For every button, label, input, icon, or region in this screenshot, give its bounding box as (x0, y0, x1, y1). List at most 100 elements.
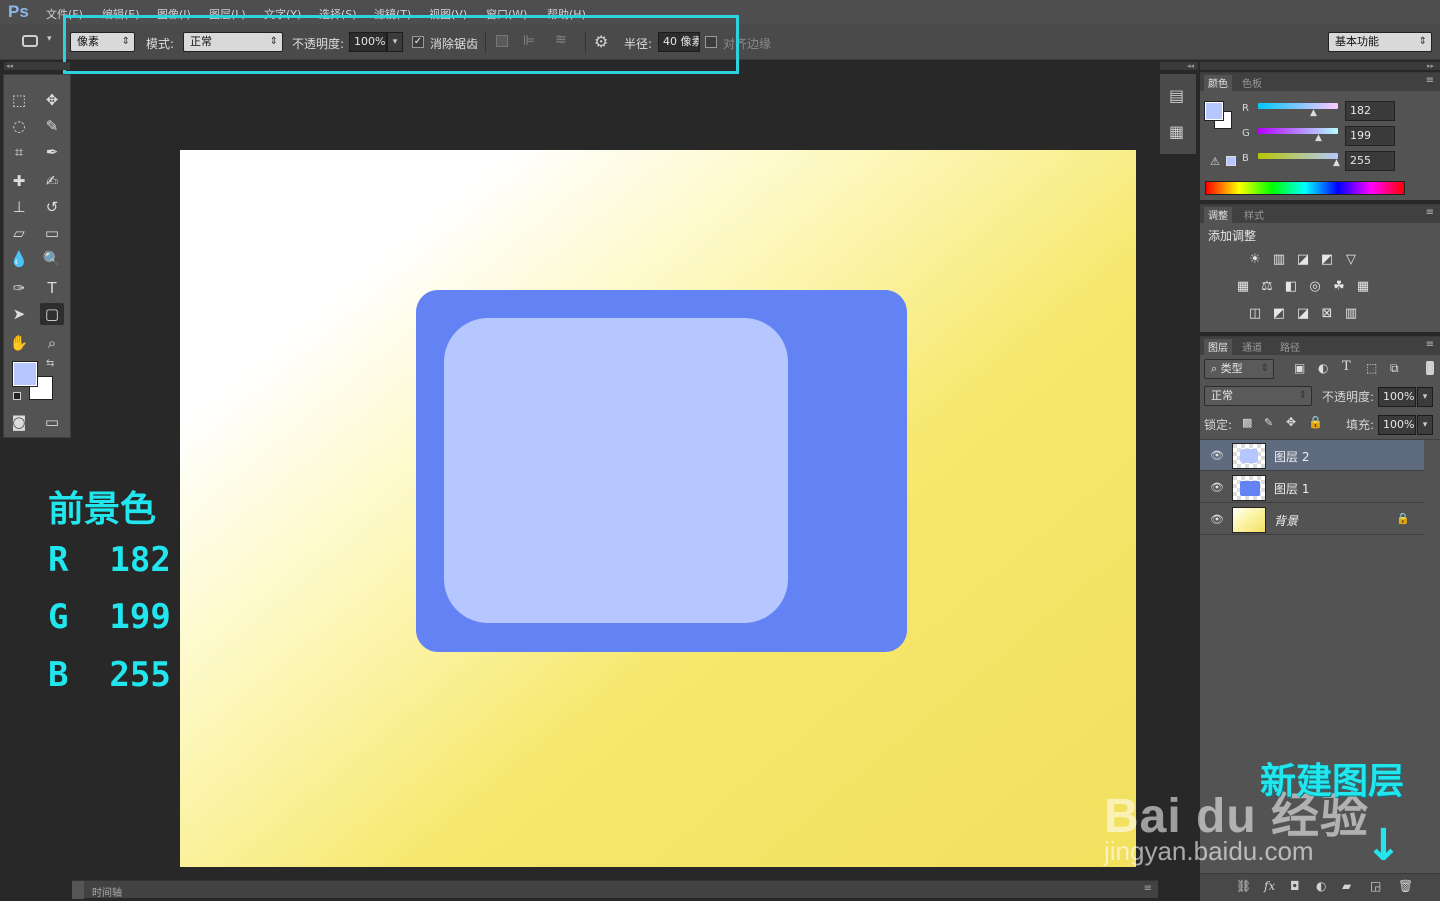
r-input[interactable]: 182 (1345, 101, 1395, 121)
layer-opacity-input[interactable]: 100% (1378, 387, 1416, 407)
exposure-icon[interactable]: ◩ (1318, 251, 1336, 269)
chevron-down-icon[interactable]: ▾ (47, 34, 52, 44)
eye-icon[interactable]: 👁 (1210, 513, 1224, 526)
history-brush-tool-icon[interactable]: ↺ (40, 196, 64, 218)
g-slider[interactable] (1258, 128, 1338, 134)
fx-icon[interactable]: fx (1264, 879, 1275, 893)
tab-layers[interactable]: 图层 (1204, 339, 1232, 355)
vibrance-icon[interactable]: ▽ (1342, 251, 1360, 269)
timeline-bar[interactable]: 时间轴 ≡ (72, 880, 1158, 899)
web-safe-swatch[interactable] (1226, 156, 1236, 166)
color-spectrum-bar[interactable] (1205, 181, 1405, 195)
panel-menu-icon[interactable]: ≡ (1144, 883, 1152, 894)
invert-icon[interactable]: ◫ (1246, 305, 1264, 323)
layer-opacity-dropdown[interactable]: ▾ (1417, 387, 1433, 407)
photo-filter-icon[interactable]: ◎ (1306, 278, 1324, 296)
toolbox-collapse-bar[interactable]: ◂◂ (4, 62, 70, 70)
eraser-tool-icon[interactable]: ▱ (7, 222, 31, 244)
channel-mixer-icon[interactable]: ☘ (1330, 278, 1348, 296)
new-adjustment-layer-icon[interactable]: ◐ (1316, 879, 1326, 893)
fill-input[interactable]: 100% (1378, 415, 1416, 435)
quick-mask-icon[interactable]: ◙ (7, 411, 31, 433)
add-mask-icon[interactable]: ◘ (1290, 879, 1300, 893)
filter-toggle[interactable] (1426, 361, 1434, 375)
selective-color-icon[interactable]: ⊠ (1318, 305, 1336, 323)
workspace-select[interactable]: 基本功能 (1328, 32, 1432, 52)
filter-type-icon[interactable]: T (1342, 359, 1351, 374)
lock-all-icon[interactable]: 🔒 (1308, 415, 1323, 429)
layer-2-name[interactable]: 图层 2 (1274, 448, 1309, 465)
hand-tool-icon[interactable]: ✋ (7, 332, 31, 354)
link-layers-icon[interactable]: ⛓ (1236, 879, 1251, 893)
color-panel-fg-swatch[interactable] (1204, 101, 1224, 121)
crop-tool-icon[interactable]: ⌗ (7, 141, 31, 163)
marquee-tool-icon[interactable]: ⬚ (7, 89, 31, 111)
tab-adjustments[interactable]: 调整 (1204, 207, 1232, 223)
black-white-icon[interactable]: ◧ (1282, 278, 1300, 296)
gradient-map-icon[interactable]: ▥ (1342, 305, 1360, 323)
gradient-tool-icon[interactable]: ▭ (40, 222, 64, 244)
layer-filter-select[interactable]: ⌕ 类型 (1204, 359, 1274, 379)
iconstrip-collapse-bar[interactable]: ◂◂ (1160, 62, 1198, 70)
zoom-tool-icon[interactable]: ⌕ (40, 332, 64, 354)
filter-adjustment-icon[interactable]: ◐ (1318, 361, 1328, 375)
eye-icon[interactable]: 👁 (1210, 449, 1224, 462)
fill-dropdown[interactable]: ▾ (1417, 415, 1433, 435)
threshold-icon[interactable]: ◪ (1294, 305, 1312, 323)
swap-colors-icon[interactable]: ⇆ (46, 358, 54, 369)
layer-row-layer-2[interactable]: 👁 图层 2 (1200, 440, 1424, 471)
rounded-rect-tool-icon[interactable]: ▢ (40, 303, 64, 325)
lock-position-icon[interactable]: ✥ (1286, 415, 1296, 429)
blur-tool-icon[interactable]: 💧 (7, 248, 31, 270)
layer-1-name[interactable]: 图层 1 (1274, 480, 1309, 497)
brightness-contrast-icon[interactable]: ☀ (1246, 251, 1264, 269)
dodge-tool-icon[interactable]: 🔍 (40, 248, 64, 270)
tab-channels[interactable]: 通道 (1238, 339, 1266, 354)
r-slider[interactable] (1258, 103, 1338, 109)
delete-layer-icon[interactable]: 🗑 (1398, 879, 1413, 893)
g-input[interactable]: 199 (1345, 126, 1395, 146)
r-slider-handle[interactable]: ▲ (1310, 108, 1317, 118)
panel-menu-icon[interactable]: ≡ (1426, 339, 1434, 350)
lasso-tool-icon[interactable]: ◌ (7, 115, 31, 137)
lock-transparency-icon[interactable]: ▩ (1242, 416, 1252, 429)
timeline-grip[interactable] (72, 881, 84, 899)
b-slider-handle[interactable]: ▲ (1333, 158, 1340, 168)
brush-tool-icon[interactable]: ✍ (40, 170, 64, 192)
path-select-tool-icon[interactable]: ➤ (7, 303, 31, 325)
panel-menu-icon[interactable]: ≡ (1426, 75, 1434, 86)
layer-row-layer-1[interactable]: 👁 图层 1 (1200, 472, 1424, 503)
history-panel-icon[interactable]: ▤ (1169, 86, 1184, 105)
tab-styles[interactable]: 样式 (1240, 207, 1268, 222)
tab-color[interactable]: 颜色 (1204, 75, 1232, 91)
levels-icon[interactable]: ▥ (1270, 251, 1288, 269)
color-balance-icon[interactable]: ⚖ (1258, 278, 1276, 296)
layer-2-rounded-rect[interactable] (444, 318, 788, 623)
screen-mode-icon[interactable]: ▭ (40, 411, 64, 433)
clone-stamp-tool-icon[interactable]: ⊥ (7, 196, 31, 218)
b-slider[interactable] (1258, 153, 1338, 159)
hue-saturation-icon[interactable]: ▦ (1234, 278, 1252, 296)
type-tool-icon[interactable]: T (40, 277, 64, 299)
healing-brush-tool-icon[interactable]: ✚ (7, 170, 31, 192)
curves-icon[interactable]: ◪ (1294, 251, 1312, 269)
rounded-rect-tool-preset-icon[interactable] (22, 35, 38, 47)
filter-smart-object-icon[interactable]: ⧉ (1390, 361, 1399, 376)
pen-tool-icon[interactable]: ✑ (7, 277, 31, 299)
default-colors-icon[interactable] (13, 392, 21, 400)
tab-paths[interactable]: 路径 (1276, 339, 1304, 354)
panel-menu-icon[interactable]: ≡ (1426, 207, 1434, 218)
move-tool-icon[interactable]: ✥ (40, 89, 64, 111)
document-canvas[interactable] (180, 150, 1136, 867)
b-input[interactable]: 255 (1345, 151, 1395, 171)
timeline-label[interactable]: 时间轴 (92, 884, 122, 899)
quick-select-tool-icon[interactable]: ✎ (40, 115, 64, 137)
eye-icon[interactable]: 👁 (1210, 481, 1224, 494)
new-layer-icon[interactable]: ◲ (1370, 879, 1381, 893)
filter-shape-icon[interactable]: ⬚ (1366, 361, 1377, 375)
g-slider-handle[interactable]: ▲ (1315, 133, 1322, 143)
eyedropper-tool-icon[interactable]: ✒ (40, 141, 64, 163)
background-layer-name[interactable]: 背景 (1274, 512, 1298, 529)
blend-mode-select[interactable]: 正常 (1204, 386, 1312, 406)
lock-pixels-icon[interactable]: ✎ (1264, 416, 1273, 429)
